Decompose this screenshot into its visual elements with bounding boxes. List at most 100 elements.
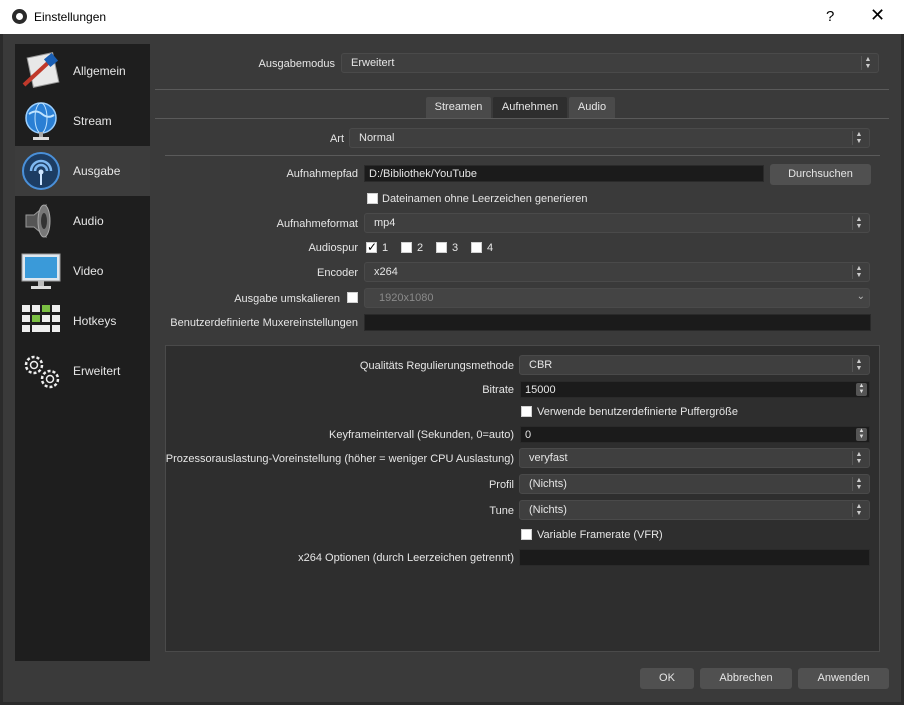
recording-path-input[interactable]: D:/Bibliothek/YouTube bbox=[364, 165, 764, 182]
tab-audio[interactable]: Audio bbox=[569, 97, 615, 118]
bitrate-value: 15000 bbox=[525, 384, 556, 396]
sidebar: Allgemein Stream Ausgabe Audio Video Hot… bbox=[15, 44, 150, 661]
encoder-value: x264 bbox=[374, 266, 398, 278]
track-3-checkbox[interactable] bbox=[436, 242, 447, 253]
apply-button[interactable]: Anwenden bbox=[798, 668, 889, 689]
rescale-checkbox[interactable] bbox=[347, 292, 358, 303]
rate-control-label: Qualitäts Regulierungsmethode bbox=[359, 360, 514, 372]
sidebar-item-erweitert[interactable]: Erweitert bbox=[15, 346, 150, 396]
updown-arrow-icon: ▲ ▼ bbox=[852, 358, 865, 372]
sidebar-item-allgemein[interactable]: Allgemein bbox=[15, 46, 150, 96]
tab-aufnehmen[interactable]: Aufnehmen bbox=[493, 97, 567, 118]
sidebar-item-video[interactable]: Video bbox=[15, 246, 150, 296]
broadcast-icon bbox=[22, 152, 60, 190]
nospace-checkbox[interactable] bbox=[367, 193, 378, 204]
sidebar-item-label: Allgemein bbox=[73, 64, 126, 78]
updown-arrow-icon: ▲ ▼ bbox=[852, 131, 865, 145]
track-3-label: 3 bbox=[452, 242, 459, 254]
preset-select[interactable]: veryfast ▲ ▼ bbox=[519, 448, 870, 468]
output-mode-value: Erweitert bbox=[351, 57, 395, 69]
x264-options-input[interactable] bbox=[519, 549, 870, 566]
updown-arrow-icon: ▲ ▼ bbox=[852, 216, 865, 230]
updown-arrow-icon: ▲ ▼ bbox=[852, 503, 865, 517]
sidebar-item-ausgabe[interactable]: Ausgabe bbox=[15, 146, 150, 196]
audio-tracks-label: Audiospur bbox=[308, 242, 358, 254]
sidebar-item-label: Erweitert bbox=[73, 364, 121, 378]
recording-path-label: Aufnahmepfad bbox=[286, 168, 358, 180]
sidebar-item-label: Ausgabe bbox=[73, 164, 121, 178]
preset-label: Prozessorauslastung-Voreinstellung (höhe… bbox=[165, 453, 514, 465]
sidebar-item-label: Audio bbox=[73, 214, 104, 228]
ok-button[interactable]: OK bbox=[640, 668, 694, 689]
obs-logo-icon bbox=[12, 9, 27, 24]
tune-select[interactable]: (Nichts) ▲ ▼ bbox=[519, 500, 870, 520]
muxer-input[interactable] bbox=[364, 314, 871, 331]
monitor-icon bbox=[21, 253, 61, 289]
track-4-checkbox[interactable] bbox=[471, 242, 482, 253]
updown-arrow-icon: ▲ ▼ bbox=[852, 451, 865, 465]
recording-format-value: mp4 bbox=[374, 217, 396, 229]
window-title: Einstellungen bbox=[34, 10, 107, 24]
track-2-checkbox[interactable] bbox=[401, 242, 412, 253]
output-mode-label: Ausgabemodus bbox=[258, 58, 335, 70]
updown-arrow-icon: ▲ ▼ bbox=[852, 477, 865, 491]
preset-value: veryfast bbox=[529, 452, 568, 464]
sidebar-item-label: Hotkeys bbox=[73, 314, 117, 328]
gears-icon bbox=[24, 355, 60, 389]
custom-buffer-label: Verwende benutzerdefinierte Puffergröße bbox=[537, 406, 738, 418]
rescale-value: 1920x1080 bbox=[379, 292, 434, 304]
profile-select[interactable]: (Nichts) ▲ ▼ bbox=[519, 474, 870, 494]
updown-arrow-icon: ▲ ▼ bbox=[861, 56, 874, 70]
nospace-label: Dateinamen ohne Leerzeichen generieren bbox=[382, 193, 588, 205]
cancel-button[interactable]: Abbrechen bbox=[700, 668, 792, 689]
browse-button[interactable]: Durchsuchen bbox=[770, 164, 871, 185]
tune-value: (Nichts) bbox=[529, 504, 567, 516]
vfr-checkbox[interactable] bbox=[521, 529, 532, 540]
recording-format-select[interactable]: mp4 ▲ ▼ bbox=[364, 213, 870, 233]
divider bbox=[165, 155, 880, 156]
track-1-checkbox[interactable] bbox=[366, 240, 377, 254]
keyframe-label: Keyframeintervall (Sekunden, 0=auto) bbox=[329, 429, 514, 441]
divider bbox=[155, 118, 889, 119]
encoder-label: Encoder bbox=[317, 267, 358, 279]
type-value: Normal bbox=[359, 132, 395, 144]
x264-options-label: x264 Optionen (durch Leerzeichen getrenn… bbox=[298, 552, 514, 564]
globe-icon bbox=[25, 102, 57, 140]
close-button[interactable]: ✕ bbox=[870, 5, 885, 26]
profile-label: Profil bbox=[488, 479, 514, 491]
speaker-icon bbox=[25, 203, 51, 239]
tab-streamen[interactable]: Streamen bbox=[426, 97, 491, 118]
custom-buffer-checkbox[interactable] bbox=[521, 406, 532, 417]
type-label: Art bbox=[329, 133, 344, 145]
rate-control-select[interactable]: CBR ▲ ▼ bbox=[519, 355, 870, 375]
output-mode-select[interactable]: Erweitert ▲ ▼ bbox=[341, 53, 879, 73]
updown-arrow-icon: ▲ ▼ bbox=[852, 265, 865, 279]
rescale-select[interactable]: 1920x1080 ⌄ bbox=[364, 288, 870, 308]
general-icon bbox=[22, 52, 60, 88]
muxer-label: Benutzerdefinierte Muxereinstellungen bbox=[170, 317, 358, 329]
track-4-label: 4 bbox=[487, 242, 494, 254]
track-1-label: 1 bbox=[382, 242, 389, 254]
profile-value: (Nichts) bbox=[529, 478, 567, 490]
title-bar: Einstellungen ? ✕ bbox=[0, 0, 904, 34]
track-2-label: 2 bbox=[417, 242, 424, 254]
sidebar-item-hotkeys[interactable]: Hotkeys bbox=[15, 296, 150, 346]
bitrate-label: Bitrate bbox=[482, 384, 514, 396]
sidebar-item-stream[interactable]: Stream bbox=[15, 96, 150, 146]
keyframe-input[interactable]: 0 ▲ ▼ bbox=[520, 426, 870, 443]
bitrate-input[interactable]: 15000 ▲ ▼ bbox=[520, 381, 870, 398]
vfr-label: Variable Framerate (VFR) bbox=[537, 529, 663, 541]
chevron-down-icon: ⌄ bbox=[856, 291, 865, 302]
rescale-label: Ausgabe umskalieren bbox=[234, 293, 340, 305]
help-button[interactable]: ? bbox=[826, 8, 834, 25]
keyframe-value: 0 bbox=[525, 429, 532, 441]
type-select[interactable]: Normal ▲ ▼ bbox=[349, 128, 870, 148]
sidebar-item-label: Stream bbox=[73, 114, 112, 128]
keyboard-icon bbox=[22, 305, 60, 332]
tune-label: Tune bbox=[489, 505, 514, 517]
recording-format-label: Aufnahmeformat bbox=[276, 218, 358, 230]
encoder-select[interactable]: x264 ▲ ▼ bbox=[364, 262, 870, 282]
spinner-icon[interactable]: ▲ ▼ bbox=[856, 428, 867, 441]
sidebar-item-audio[interactable]: Audio bbox=[15, 196, 150, 246]
spinner-icon[interactable]: ▲ ▼ bbox=[856, 383, 867, 396]
